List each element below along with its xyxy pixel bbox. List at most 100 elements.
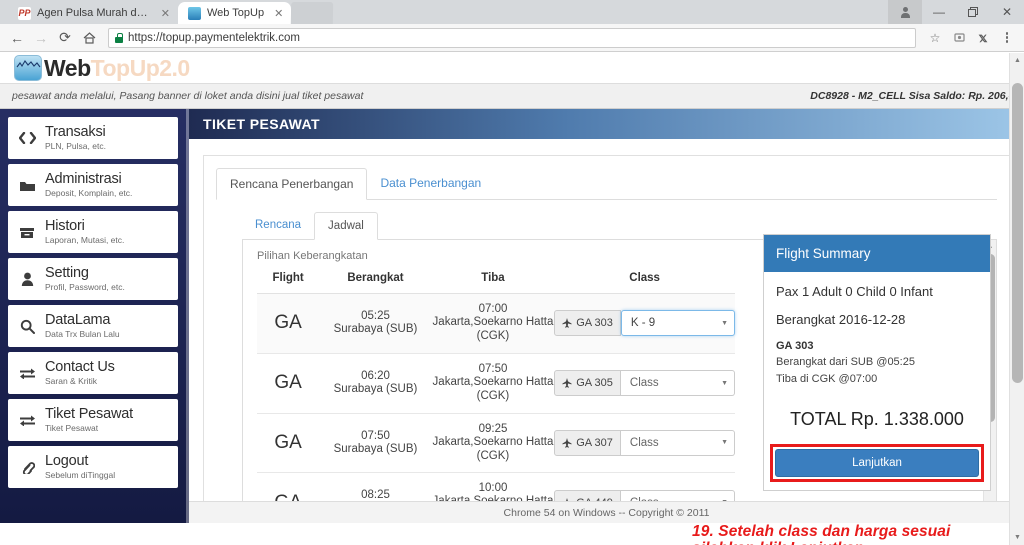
- chevron-down-icon: ▼: [721, 320, 728, 327]
- departure-cell: 06:20 Surabaya (SUB): [319, 353, 431, 413]
- tab-favicon-icon: [188, 7, 201, 20]
- profile-avatar-icon[interactable]: [888, 0, 922, 24]
- tab-title: Web TopUp: [207, 7, 264, 19]
- annotation-line-2: silahkan klik Lanjutkan: [692, 540, 1022, 545]
- arrival-time: 09:25: [432, 423, 555, 435]
- tab-close-icon[interactable]: ✕: [274, 7, 283, 20]
- search-icon: [18, 319, 36, 334]
- account-balance: DC8928 - M2_CELL Sisa Saldo: Rp. 206,-: [810, 90, 1012, 102]
- sidebar-item-sublabel: Deposit, Komplain, etc.: [45, 189, 132, 198]
- sidebar-item-sublabel: Profil, Password, etc.: [45, 283, 125, 292]
- carrier-code: GA: [257, 473, 319, 502]
- content-panel: Rencana Penerbangan Data Penerbangan Ren…: [203, 155, 1010, 523]
- table-row[interactable]: GA 07:50 Surabaya (SUB) 09:25 Jakar: [257, 413, 735, 473]
- minimize-button[interactable]: —: [922, 0, 956, 24]
- tab-close-icon[interactable]: ✕: [161, 7, 170, 20]
- page-scroll-thumb[interactable]: [1012, 83, 1023, 383]
- class-cell: GA 307 Class ▼: [554, 413, 735, 473]
- announcement-ticker: pesawat anda melalui, Pasang banner di l…: [0, 83, 1024, 109]
- main-content: TIKET PESAWAT Rencana Penerbangan Data P…: [189, 109, 1024, 523]
- sidebar-item-setting[interactable]: Setting Profil, Password, etc.: [8, 258, 178, 300]
- class-select[interactable]: K - 9 ▼: [621, 310, 735, 336]
- flight-number-badge: GA 305: [554, 370, 621, 396]
- summary-flight-code: GA 303: [776, 340, 978, 352]
- x-extension-icon[interactable]: 𝕩: [972, 27, 994, 49]
- class-cell: GA 449 Class ▼: [554, 473, 735, 502]
- sidebar-item-transaksi[interactable]: Transaksi PLN, Pulsa, etc.: [8, 117, 178, 159]
- sidebar-item-label: Setting: [45, 266, 125, 281]
- departure-cell: 05:25 Surabaya (SUB): [319, 294, 431, 354]
- summary-arrive-detail: Tiba di CGK @07:00: [776, 371, 978, 388]
- home-icon[interactable]: [78, 27, 100, 49]
- col-tiba: Tiba: [432, 272, 555, 294]
- url-text: https://topup.paymentelektrik.com: [128, 32, 300, 44]
- departure-cell: 07:50 Surabaya (SUB): [319, 413, 431, 473]
- close-window-button[interactable]: ✕: [990, 0, 1024, 24]
- col-flight: Flight: [257, 272, 319, 294]
- page-scrollbar[interactable]: ▲ ▼: [1009, 53, 1024, 545]
- star-icon[interactable]: ☆: [924, 27, 946, 49]
- primary-tabs: Rencana Penerbangan Data Penerbangan: [216, 168, 997, 200]
- chevron-down-icon: ▼: [721, 439, 728, 446]
- table-row[interactable]: GA 08:25 Surabaya (SUB) 10:00 Jakar: [257, 473, 735, 502]
- arrival-cell: 07:00 Jakarta,Soekarno Hatta (CGK): [432, 294, 555, 354]
- departure-place: Surabaya (SUB): [319, 382, 431, 396]
- departure-time: 05:25: [319, 310, 431, 322]
- content-area: Rencana Penerbangan Data Penerbangan Ren…: [189, 139, 1024, 523]
- kebab-menu-icon[interactable]: [996, 27, 1018, 49]
- back-icon[interactable]: ←: [6, 27, 28, 49]
- class-select-value: Class: [630, 377, 659, 389]
- arrival-time: 07:50: [432, 363, 555, 375]
- extension-icon[interactable]: [948, 27, 970, 49]
- folder-icon: [18, 179, 36, 192]
- sidebar-item-tiket-pesawat[interactable]: Tiket Pesawat Tiket Pesawat: [8, 399, 178, 441]
- arrival-place: Jakarta,Soekarno Hatta (CGK): [432, 375, 555, 404]
- lanjutkan-button[interactable]: Lanjutkan: [775, 449, 979, 477]
- class-select[interactable]: Class ▼: [621, 430, 735, 456]
- sidebar-item-sublabel: Laporan, Mutasi, etc.: [45, 236, 124, 245]
- maximize-button[interactable]: [956, 0, 990, 24]
- plane-icon: [562, 318, 572, 328]
- class-select[interactable]: Class ▼: [621, 370, 735, 396]
- page-title: TIKET PESAWAT: [203, 116, 320, 132]
- arrival-place: Jakarta,Soekarno Hatta (CGK): [432, 315, 555, 344]
- sidebar-item-datalama[interactable]: DataLama Data Trx Bulan Lalu: [8, 305, 178, 347]
- page-scroll-down-icon[interactable]: ▼: [1010, 530, 1024, 545]
- flight-number-badge: GA 303: [554, 310, 621, 336]
- tab-rencana[interactable]: Rencana: [242, 212, 314, 239]
- footer-text: Chrome 54 on Windows -- Copyright © 2011: [504, 507, 710, 519]
- browser-toolbar: ← → ⟳ https://topup.paymentelektrik.com …: [0, 24, 1024, 52]
- carrier-code: GA: [257, 413, 319, 473]
- col-class: Class: [554, 272, 735, 294]
- tab-rencana-penerbangan[interactable]: Rencana Penerbangan: [216, 168, 367, 200]
- address-bar[interactable]: https://topup.paymentelektrik.com: [108, 28, 916, 48]
- departure-time: 08:25: [319, 489, 431, 501]
- page-scroll-up-icon[interactable]: ▲: [1010, 53, 1024, 68]
- browser-tab-2[interactable]: Web TopUp ✕: [178, 2, 291, 24]
- link-icon: [18, 460, 36, 474]
- table-row[interactable]: GA 05:25 Surabaya (SUB) 07:00 Jakar: [257, 294, 735, 354]
- tab-data-penerbangan[interactable]: Data Penerbangan: [367, 168, 494, 199]
- sidebar-item-histori[interactable]: Histori Laporan, Mutasi, etc.: [8, 211, 178, 253]
- sidebar-item-sublabel: PLN, Pulsa, etc.: [45, 142, 106, 151]
- browser-tab-3-blank[interactable]: [291, 2, 333, 24]
- table-row[interactable]: GA 06:20 Surabaya (SUB) 07:50 Jakar: [257, 353, 735, 413]
- sidebar-item-sublabel: Data Trx Bulan Lalu: [45, 330, 120, 339]
- browser-tab-1[interactable]: PP Agen Pulsa Murah dan P ✕: [8, 2, 178, 24]
- sidebar-item-label: DataLama: [45, 313, 120, 328]
- tab-title: Agen Pulsa Murah dan P: [37, 7, 151, 19]
- forward-icon[interactable]: →: [30, 27, 52, 49]
- class-cell: GA 303 K - 9 ▼: [554, 294, 735, 354]
- class-cell: GA 305 Class ▼: [554, 353, 735, 413]
- arrival-cell: 09:25 Jakarta,Soekarno Hatta (CGK): [432, 413, 555, 473]
- sidebar-item-logout[interactable]: Logout Sebelum diTinggal: [8, 446, 178, 488]
- flights-table: Flight Berangkat Tiba Class GA: [257, 272, 735, 502]
- reload-icon[interactable]: ⟳: [54, 27, 76, 49]
- tab-jadwal[interactable]: Jadwal: [314, 212, 378, 240]
- sidebar-item-administrasi[interactable]: Administrasi Deposit, Komplain, etc.: [8, 164, 178, 206]
- arrival-time: 10:00: [432, 482, 555, 494]
- sidebar-item-contact-us[interactable]: Contact Us Saran & Kritik: [8, 352, 178, 394]
- plane-icon: [562, 438, 572, 448]
- browser-window: PP Agen Pulsa Murah dan P ✕ Web TopUp ✕ …: [0, 0, 1024, 545]
- flight-summary-body: Pax 1 Adult 0 Child 0 Infant Berangkat 2…: [764, 272, 990, 444]
